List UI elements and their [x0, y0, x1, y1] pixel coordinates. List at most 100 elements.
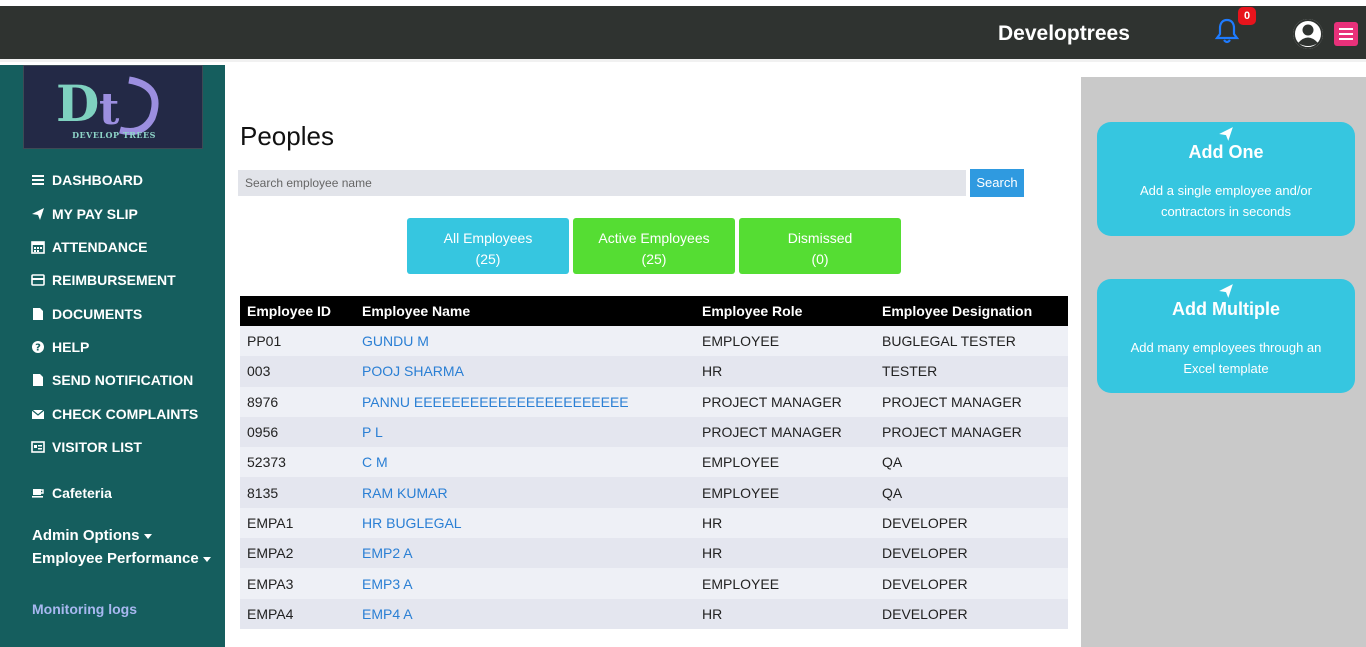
table-row: EMPA1 HR BUGLEGAL HR DEVELOPER: [240, 507, 1068, 539]
sidebar-item-documents[interactable]: DOCUMENTS: [31, 306, 142, 322]
caret-down-icon: [143, 533, 152, 539]
filter-dismissed-button[interactable]: Dismissed (0): [739, 218, 901, 274]
envelope-icon: [31, 409, 45, 419]
user-avatar-icon[interactable]: [1292, 18, 1324, 50]
admin-options-label: Admin Options: [32, 527, 140, 544]
employee-name-link[interactable]: EMP4 A: [362, 606, 413, 622]
employee-name-cell: PANNU EEEEEEEEEEEEEEEEEEEEEEE: [355, 386, 695, 417]
employee-designation-cell: DEVELOPER: [875, 568, 1068, 599]
sidebar-item-my-pay-slip[interactable]: MY PAY SLIP: [31, 206, 138, 222]
table-row: PP01 GUNDU M EMPLOYEE BUGLEGAL TESTER: [240, 326, 1068, 357]
filter-active-employees-button[interactable]: Active Employees (25): [573, 218, 735, 274]
sidebar-item-label: HELP: [52, 339, 90, 355]
add-one-card[interactable]: Add One Add a single employee and/or con…: [1097, 122, 1355, 236]
notification-count-badge: 0: [1238, 7, 1256, 25]
sidebar-item-label: REIMBURSEMENT: [52, 272, 176, 288]
paper-plane-icon: [1219, 284, 1233, 298]
card-title: Add One: [1188, 142, 1264, 162]
table-row: 0956 P L PROJECT MANAGER PROJECT MANAGER: [240, 416, 1068, 448]
sidebar-item-check-complaints[interactable]: CHECK COMPLAINTS: [31, 406, 198, 422]
card-title: Add Multiple: [1172, 299, 1280, 319]
employee-name-cell: EMP4 A: [355, 598, 695, 629]
page-title: Peoples: [240, 121, 334, 151]
sidebar-item-label: VISITOR LIST: [52, 439, 142, 455]
employee-role-cell: EMPLOYEE: [695, 568, 875, 599]
employee-name-cell: GUNDU M: [355, 326, 695, 357]
sidebar-item-label: DASHBOARD: [52, 172, 143, 188]
svg-text:?: ?: [35, 343, 41, 354]
employee-name-link[interactable]: P L: [362, 424, 383, 440]
employee-role-cell: EMPLOYEE: [695, 477, 875, 508]
employee-name-link[interactable]: C M: [362, 454, 388, 470]
employee-name-link[interactable]: RAM KUMAR: [362, 485, 448, 501]
employee-role-cell: HR: [695, 538, 875, 569]
employee-designation-cell: QA: [875, 447, 1068, 478]
employee-role-cell: EMPLOYEE: [695, 447, 875, 478]
sidebar-item-reimbursement[interactable]: REIMBURSEMENT: [31, 272, 176, 288]
sidebar-item-cafeteria[interactable]: Cafeteria: [31, 485, 112, 501]
column-header-employee-name: Employee Name: [355, 296, 695, 326]
filter-count: (25): [475, 251, 501, 267]
employee-id-cell: EMPA4: [240, 598, 355, 629]
brand-title: Developtrees: [998, 22, 1130, 45]
filter-count: (0): [811, 251, 829, 267]
table-row: 8976 PANNU EEEEEEEEEEEEEEEEEEEEEEE PROJE…: [240, 386, 1068, 417]
employee-id-cell: 003: [240, 356, 355, 387]
column-header-employee-id: Employee ID: [240, 296, 355, 326]
employee-id-cell: 8976: [240, 386, 355, 417]
card-description: Add many employees through an Excel temp…: [1130, 340, 1322, 376]
paper-plane-icon: [1219, 127, 1233, 141]
coffee-icon: [32, 489, 44, 498]
sidebar-item-label: MY PAY SLIP: [52, 206, 138, 222]
employee-id-cell: 52373: [240, 447, 355, 478]
sidebar-item-help[interactable]: ? HELP: [31, 339, 89, 355]
caret-down-icon: [202, 556, 211, 562]
employee-id-cell: EMPA1: [240, 507, 355, 539]
employee-role-cell: EMPLOYEE: [695, 326, 875, 357]
employee-name-cell: EMP2 A: [355, 538, 695, 569]
employee-designation-cell: BUGLEGAL TESTER: [875, 326, 1068, 357]
employee-designation-cell: DEVELOPER: [875, 598, 1068, 629]
employee-role-cell: HR: [695, 507, 875, 539]
table-header-row: Employee ID Employee Name Employee Role …: [240, 296, 1068, 326]
employee-designation-cell: PROJECT MANAGER: [875, 386, 1068, 417]
svg-text:t: t: [99, 84, 120, 135]
sidebar: D t DEVELOP TREES DASHBOARD MY PAY SLIP …: [0, 65, 225, 647]
top-navbar: Developtrees: [0, 6, 1366, 62]
logo-wordmark: DEVELOP TREES: [72, 130, 156, 140]
bars-icon: [32, 175, 44, 185]
table-row: EMPA2 EMP2 A HR DEVELOPER: [240, 538, 1068, 569]
table-row: 52373 C M EMPLOYEE QA: [240, 447, 1068, 478]
id-card-icon: [31, 441, 45, 453]
filter-label: Dismissed: [787, 230, 853, 246]
sidebar-item-visitor-list[interactable]: VISITOR LIST: [31, 439, 142, 455]
sidebar-item-label: Cafeteria: [52, 485, 112, 501]
employee-name-link[interactable]: EMP3 A: [362, 576, 413, 592]
employee-performance-dropdown[interactable]: Employee Performance: [32, 550, 211, 567]
employee-id-cell: PP01: [240, 326, 355, 357]
admin-options-dropdown[interactable]: Admin Options: [32, 527, 152, 544]
add-multiple-card[interactable]: Add Multiple Add many employees through …: [1097, 279, 1355, 393]
sidebar-item-dashboard[interactable]: DASHBOARD: [31, 172, 143, 188]
employee-name-link[interactable]: EMP2 A: [362, 545, 413, 561]
monitoring-logs-link[interactable]: Monitoring logs: [32, 601, 137, 617]
employee-name-cell: C M: [355, 447, 695, 478]
sidebar-item-label: CHECK COMPLAINTS: [52, 406, 199, 422]
employee-name-cell: EMP3 A: [355, 568, 695, 599]
employee-id-cell: 8135: [240, 477, 355, 508]
employee-table: Employee ID Employee Name Employee Role …: [240, 296, 1068, 629]
filter-all-employees-button[interactable]: All Employees (25): [407, 218, 569, 274]
employee-name-link[interactable]: PANNU EEEEEEEEEEEEEEEEEEEEEEE: [362, 394, 629, 410]
employee-name-link[interactable]: GUNDU M: [362, 333, 429, 349]
sidebar-item-attendance[interactable]: ATTENDANCE: [31, 239, 147, 255]
hamburger-menu-button[interactable]: [1334, 22, 1358, 46]
search-input[interactable]: [238, 170, 966, 196]
sidebar-item-label: SEND NOTIFICATION: [52, 372, 194, 388]
sidebar-item-send-notification[interactable]: SEND NOTIFICATION: [31, 372, 193, 388]
employee-name-link[interactable]: POOJ SHARMA: [362, 363, 464, 379]
svg-text:D: D: [56, 74, 99, 133]
employee-id-cell: 0956: [240, 416, 355, 448]
search-button[interactable]: Search: [970, 169, 1024, 197]
employee-name-link[interactable]: HR BUGLEGAL: [362, 515, 462, 531]
table-row: EMPA3 EMP3 A EMPLOYEE DEVELOPER: [240, 568, 1068, 599]
